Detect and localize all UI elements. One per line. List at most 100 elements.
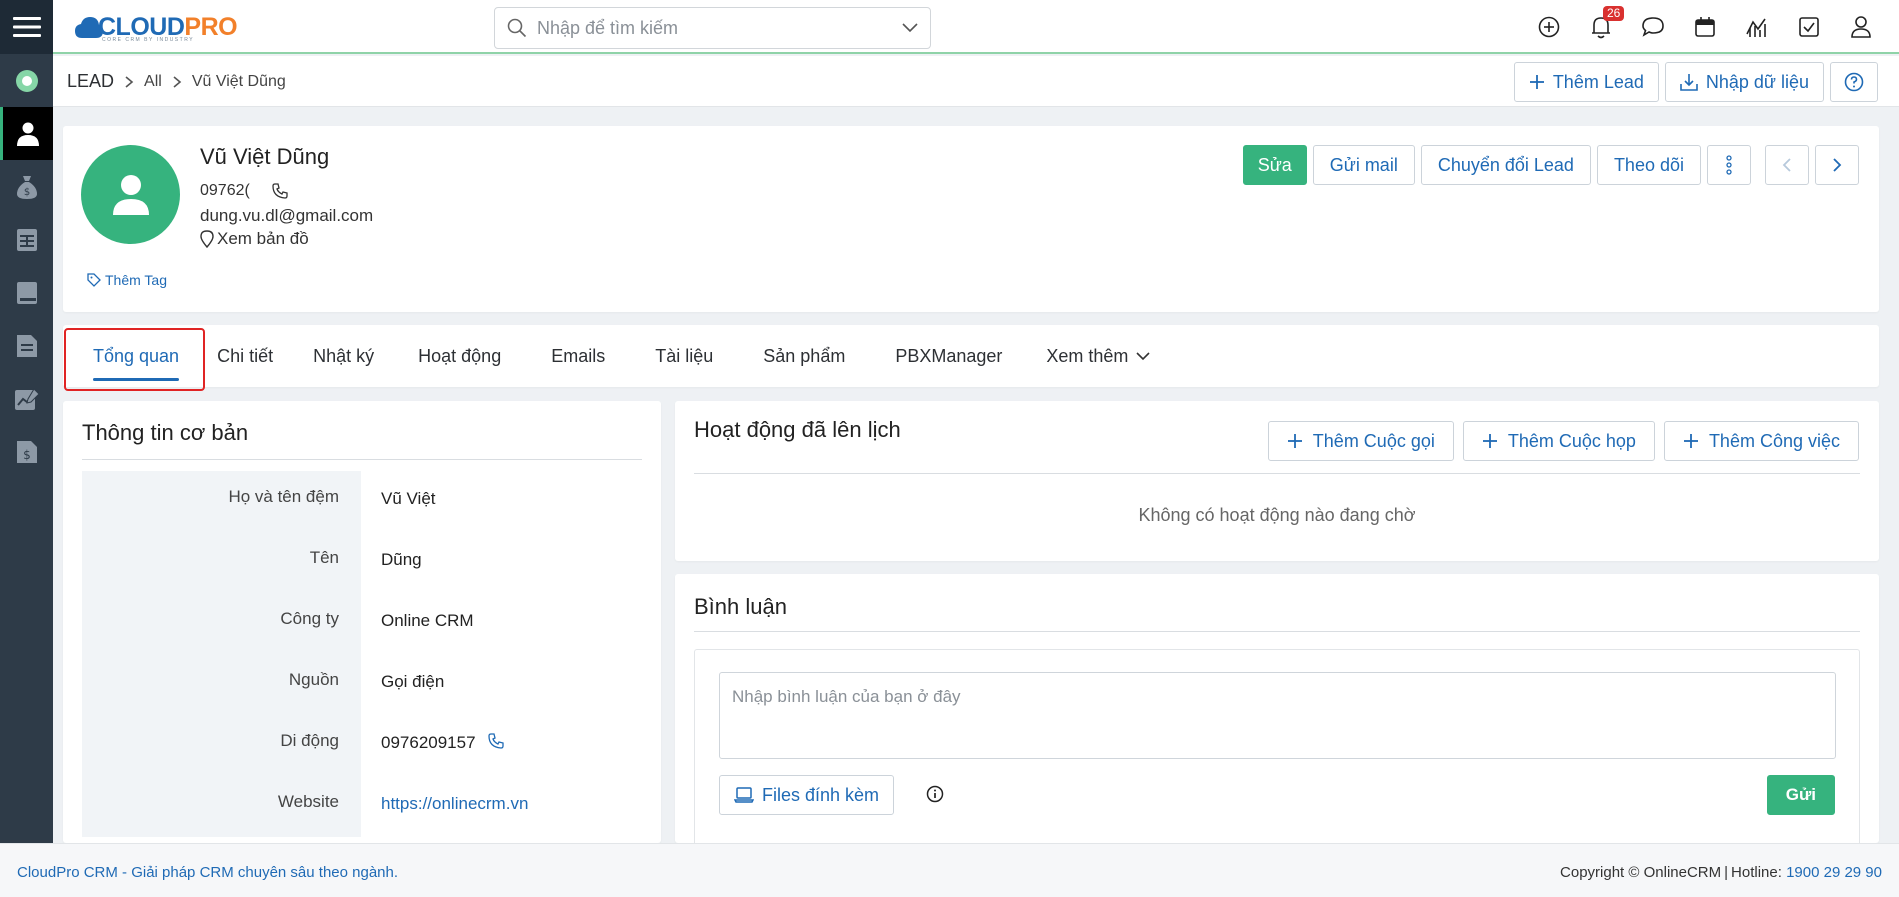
breadcrumb-filter[interactable]: All <box>144 73 162 91</box>
record-tabs: Tổng quan Chi tiết Nhật ký Hoạt động Ema… <box>63 325 1879 387</box>
sidebar-item-invoices[interactable]: $ <box>0 425 53 478</box>
scheduled-actions: Thêm Cuộc gọi Thêm Cuộc họp Thêm Công vi… <box>1267 421 1859 461</box>
chart-icon[interactable] <box>1731 0 1783 54</box>
chevron-right-icon <box>1833 158 1842 172</box>
plus-icon <box>1287 434 1302 448</box>
search-input[interactable] <box>537 17 902 39</box>
tab-label: Tổng quan <box>93 345 180 366</box>
add-lead-label: Thêm Lead <box>1552 71 1644 92</box>
tab-overview[interactable]: Tổng quan <box>93 325 180 387</box>
tab-log[interactable]: Nhật ký <box>313 325 374 387</box>
lead-email[interactable]: dung.vu.dl@gmail.com <box>200 206 373 226</box>
sidebar-item-documents[interactable] <box>0 319 53 372</box>
add-task-button[interactable]: Thêm Công việc <box>1663 421 1859 461</box>
field-value[interactable]: Vũ Việt <box>361 471 642 532</box>
phone-icon[interactable] <box>487 733 504 749</box>
sidebar-item-home[interactable] <box>0 54 53 107</box>
chevron-down-icon[interactable] <box>902 23 918 33</box>
search-icon <box>507 18 527 38</box>
send-mail-button[interactable]: Gửi mail <box>1312 145 1415 185</box>
attach-files-button[interactable]: Files đính kèm <box>719 775 895 815</box>
notifications-button[interactable]: 26 <box>1575 0 1627 54</box>
more-actions-button[interactable] <box>1707 145 1751 185</box>
cloudpro-logo[interactable]: CLOUD PRO CORE CRM BY INDUSTRY <box>74 10 238 44</box>
info-row-first-name: Tên Dũng <box>82 532 642 593</box>
phone-icon[interactable] <box>272 183 288 199</box>
avatar <box>81 145 180 244</box>
lead-phone-number: 09762( <box>200 182 250 199</box>
tab-products[interactable]: Sản phẩm <box>763 325 845 387</box>
tab-pbxmanager[interactable]: PBXManager <box>895 325 1002 387</box>
convert-lead-button[interactable]: Chuyển đổi Lead <box>1420 145 1591 185</box>
svg-text:$: $ <box>23 187 29 198</box>
no-activities-message: Không có hoạt động nào đang chờ <box>1138 505 1416 525</box>
profile-actions: Sửa Gửi mail Chuyển đổi Lead Theo dõi <box>1242 145 1859 185</box>
add-meeting-button[interactable]: Thêm Cuộc họp <box>1462 421 1655 461</box>
field-label: Di động <box>82 715 361 776</box>
sidebar-item-deals[interactable]: $ <box>0 160 53 213</box>
field-value-text: Vũ Việt <box>381 489 436 508</box>
breadcrumb: LEAD All Vũ Việt Dũng <box>67 71 286 92</box>
tab-activities[interactable]: Hoạt động <box>418 325 501 387</box>
chat-icon[interactable] <box>1627 0 1679 54</box>
tab-label: Sản phẩm <box>763 345 846 366</box>
hotline-number[interactable]: 1900 29 29 90 <box>1786 864 1882 881</box>
add-lead-button[interactable]: Thêm Lead <box>1513 62 1659 102</box>
global-search[interactable] <box>494 7 931 49</box>
send-comment-button[interactable]: Gửi <box>1766 775 1835 815</box>
breadcrumb-record: Vũ Việt Dũng <box>191 72 286 90</box>
field-value-text: Dũng <box>381 550 422 569</box>
add-icon[interactable] <box>1523 0 1575 54</box>
checkbox-icon[interactable] <box>1783 0 1835 54</box>
tab-label: Tài liệu <box>655 345 714 366</box>
lead-profile-card: Vũ Việt Dũng 09762( dung.vu.dl@gmail.com… <box>63 126 1879 312</box>
sidebar-item-books[interactable] <box>0 266 53 319</box>
view-map-link[interactable]: Xem bản đồ <box>200 229 309 249</box>
menu-icon[interactable] <box>0 0 53 54</box>
field-value[interactable]: Online CRM <box>361 593 642 654</box>
website-link[interactable]: https://onlinecrm.vn <box>361 776 642 837</box>
subheader: LEAD All Vũ Việt Dũng Thêm Lead Nhập dữ … <box>53 56 1899 107</box>
vertical-dots-icon <box>1726 155 1732 175</box>
top-icons: 26 <box>1523 0 1887 54</box>
plus-icon <box>1683 434 1698 448</box>
field-value-text: https://onlinecrm.vn <box>381 794 529 813</box>
tab-label: Chi tiết <box>217 345 274 366</box>
add-tag-button[interactable]: Thêm Tag <box>87 272 167 288</box>
tab-label: Xem thêm <box>1046 345 1129 366</box>
add-task-label: Thêm Công việc <box>1708 430 1840 451</box>
info-row-website: Website https://onlinecrm.vn <box>82 776 642 837</box>
comment-input[interactable] <box>719 672 1836 759</box>
edit-button[interactable]: Sửa <box>1242 145 1307 185</box>
sidebar-item-leads[interactable] <box>0 107 53 160</box>
field-value[interactable]: Dũng <box>361 532 642 593</box>
previous-record-button[interactable] <box>1765 145 1809 185</box>
basic-info-title: Thông tin cơ bản <box>82 420 249 445</box>
field-value[interactable]: 0976209157 <box>361 715 642 776</box>
download-icon <box>1680 74 1698 91</box>
subheader-actions: Thêm Lead Nhập dữ liệu <box>1513 62 1878 102</box>
comments-title: Bình luận <box>694 594 787 619</box>
user-icon[interactable] <box>1835 0 1887 54</box>
tab-emails[interactable]: Emails <box>551 325 605 387</box>
next-record-button[interactable] <box>1815 145 1859 185</box>
import-data-button[interactable]: Nhập dữ liệu <box>1664 62 1824 102</box>
calendar-icon[interactable] <box>1679 0 1731 54</box>
chevron-right-icon <box>173 75 182 88</box>
add-call-button[interactable]: Thêm Cuộc gọi <box>1267 421 1454 461</box>
breadcrumb-module[interactable]: LEAD <box>67 71 114 92</box>
sidebar-item-reports[interactable] <box>0 372 53 425</box>
help-button[interactable] <box>1830 62 1878 102</box>
field-value[interactable]: Gọi điện <box>361 654 642 715</box>
import-data-label: Nhập dữ liệu <box>1705 71 1809 92</box>
sidebar-item-sheets[interactable] <box>0 213 53 266</box>
tab-details[interactable]: Chi tiết <box>217 325 273 387</box>
plus-icon <box>1482 434 1497 448</box>
follow-button[interactable]: Theo dõi <box>1596 145 1701 185</box>
info-icon[interactable] <box>926 785 944 803</box>
tab-label: Nhật ký <box>313 345 375 366</box>
comment-composer: Files đính kèm Gửi <box>694 649 1860 849</box>
tab-documents[interactable]: Tài liệu <box>655 325 713 387</box>
footer-copyright: Copyright © OnlineCRM | Hotline: 1900 29 2… <box>1560 864 1882 881</box>
tab-more[interactable]: Xem thêm <box>1046 325 1150 387</box>
